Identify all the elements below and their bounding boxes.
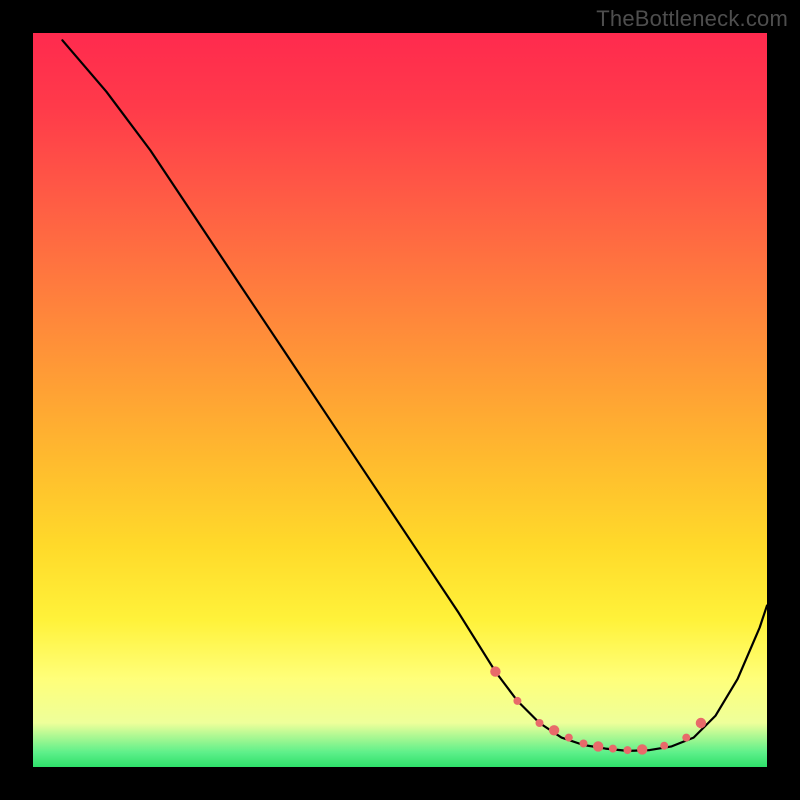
marker-dot bbox=[624, 746, 632, 754]
marker-dot bbox=[536, 719, 544, 727]
bottleneck-curve bbox=[62, 40, 767, 751]
plot-area bbox=[33, 33, 767, 767]
marker-dot bbox=[593, 741, 603, 751]
marker-dot bbox=[565, 734, 573, 742]
marker-dot bbox=[660, 742, 668, 750]
chart-frame: TheBottleneck.com bbox=[0, 0, 800, 800]
marker-dot bbox=[682, 734, 690, 742]
marker-dot bbox=[637, 744, 647, 754]
marker-dot bbox=[580, 740, 588, 748]
marker-dot bbox=[490, 666, 500, 676]
marker-dot bbox=[696, 718, 706, 728]
marker-dot bbox=[609, 745, 617, 753]
optimum-region-markers bbox=[490, 666, 706, 754]
watermark-text: TheBottleneck.com bbox=[596, 6, 788, 32]
marker-dot bbox=[549, 725, 559, 735]
marker-dot bbox=[513, 697, 521, 705]
chart-svg bbox=[33, 33, 767, 767]
